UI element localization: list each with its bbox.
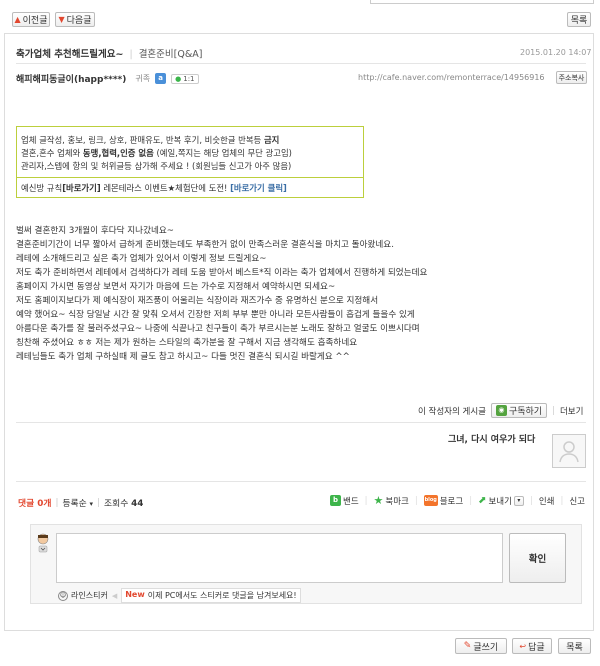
list-button-top[interactable]: 목록 [567, 12, 591, 27]
bookmark-share[interactable]: ★ 북마크 [374, 494, 409, 507]
notice-box: 업체 글작성, 홍보, 링크, 상호, 판매유도, 반복 후기, 비슷한글 반복… [16, 126, 364, 198]
default-profile-icon [559, 441, 579, 463]
body-line: 예약 했어요~ 식장 당일날 시간 잘 맞춰 오셔서 긴장한 저희 부부 뿐만 … [16, 310, 415, 320]
blog-icon: blog [423, 495, 438, 506]
post-title-row: 축가업체 추천해드릴게요~ | 결혼준비[Q&A] [16, 46, 202, 60]
reply-arrow-icon: ↩ [519, 641, 527, 651]
post-date: 2015.01.20 14:07 [520, 48, 592, 57]
sticker-row: ☺ 라인스티커 ◀ New 이제 PC에서도 스티커로 댓글을 남겨보세요! [58, 588, 301, 603]
send-share[interactable]: ⬈ 보내기 ▾ [478, 495, 524, 507]
body-line: 칭찬해 주셨어요 ㅎㅎ 저는 제가 원하는 스타일의 축가분을 잘 구해서 지금… [16, 338, 358, 348]
sort-order-dropdown[interactable]: 등록순 ▾ [62, 496, 93, 509]
write-button[interactable]: ✎ 글쓰기 [455, 638, 507, 654]
rules-link[interactable]: [바로가기] [62, 183, 100, 193]
comment-count[interactable]: 댓글 0개 [18, 496, 51, 509]
event-link[interactable]: [바로가기 클릭] [230, 183, 287, 193]
signature-avatar [552, 434, 586, 468]
author-posts-bar: 이 작성자의 게시글 ◉ 구독하기 | 더보기 [418, 403, 583, 418]
pencil-icon: ✎ [463, 641, 472, 651]
band-icon: b [330, 495, 341, 506]
star-icon: ★ [373, 494, 384, 507]
title-divider-line [16, 63, 586, 64]
list-button-bottom[interactable]: 목록 [558, 638, 591, 654]
stats-row: 댓글 0개 | 등록순 ▾ | 조회수 44 [18, 496, 144, 510]
subscribe-button[interactable]: ◉ 구독하기 [490, 403, 548, 418]
prev-post-button[interactable]: ▲ 이전글 [12, 12, 50, 27]
send-dropdown-icon[interactable]: ▾ [513, 495, 524, 506]
body-line: 레테님들도 축가 업체 구하실때 제 글도 참고 하시고~ 다들 멋진 결혼식 … [16, 352, 350, 362]
body-line: 홈페이지 가시면 동영상 보면서 자기가 마음에 드는 가수로 지정해서 예약하… [16, 282, 336, 292]
body-line: 아름다운 축가를 잘 불러주셨구요~ 나중에 식끝나고 친구들이 축가 부르시는… [16, 324, 420, 334]
comment-submit-button[interactable]: 확인 [509, 533, 566, 583]
body-line: 벌써 결혼한지 3개월이 후다닥 지나갔네요~ [16, 226, 175, 236]
notice-divider [17, 177, 363, 178]
copy-url-button[interactable]: 주소복사 [556, 71, 587, 84]
signature-text: 그녀, 다시 여우가 되다 [448, 435, 536, 445]
grade-badge-icon: a [155, 73, 167, 84]
author-posts-link[interactable]: 이 작성자의 게시글 [418, 405, 486, 417]
author-grade: 귀족 [135, 74, 151, 83]
report-link[interactable]: 신고 [569, 495, 585, 507]
post-title: 축가업체 추천해드릴게요~ [16, 49, 124, 60]
signature-bottom-line [16, 481, 586, 482]
share-arrow-icon: ⬈ [478, 495, 487, 506]
blog-share[interactable]: blog 블로그 [423, 495, 463, 507]
commenter-avatar[interactable] [36, 533, 50, 553]
post-body: 벌써 결혼한지 3개월이 후다닥 지나갔네요~ 결혼준비기간이 너무 짧아서 급… [16, 224, 586, 364]
share-row: b 밴드 | ★ 북마크 | blog 블로그 | ⬈ 보내기 ▾ | 인쇄 | 신고 [330, 494, 585, 507]
body-line: 레테에 소개해드리고 싶은 축가 업체가 있어서 이렇게 정보 드릴게요~ [16, 254, 267, 264]
reply-button[interactable]: ↩ 답글 [512, 638, 552, 654]
signature-top-line [16, 422, 586, 423]
post-url[interactable]: http://cafe.naver.com/remonterrace/14956… [358, 73, 545, 82]
bar-divider: | [552, 405, 555, 416]
body-line: 결혼준비기간이 너무 짧아서 급하게 준비했는데도 부족한거 없이 만족스러운 … [16, 240, 394, 250]
top-search-box[interactable] [370, 0, 594, 4]
user-avatar-icon [37, 533, 49, 553]
notice-footer: 예신방 규칙[바로가기] 레몬테라스 이벤트★체험단에 도전! [바로가기 클릭… [21, 183, 287, 193]
band-share[interactable]: b 밴드 [330, 495, 359, 507]
post-category[interactable]: 결혼준비[Q&A] [139, 49, 203, 60]
dropdown-arrow-icon: ▾ [89, 500, 94, 508]
title-divider: | [129, 49, 133, 60]
view-count: 조회수 44 [104, 499, 144, 509]
up-arrow-icon: ▲ [14, 15, 21, 24]
sticker-button[interactable]: ☺ 라인스티커 [58, 590, 108, 601]
print-link[interactable]: 인쇄 [539, 495, 555, 507]
notice-line-3: 관리자,스텝에 항의 및 허위글등 삼가해 주세요 ! (회원님들 신고가 아주… [21, 161, 292, 171]
notice-line-2: 결혼,혼수 업체와 동맹,협력,인증 없음 (예일,쪽지는 해당 업체의 무단 … [21, 148, 292, 158]
body-line: 저도 홈페이지보다가 제 예식장이 재즈풍이 어울리는 식장이라 재즈가수 중 … [16, 296, 379, 306]
author-row: 해피해피동글이(happ****) 귀족 a ● 1:1 [16, 72, 199, 85]
comment-textarea[interactable] [56, 533, 503, 583]
down-arrow-icon: ▼ [58, 15, 65, 24]
caret-left-icon: ◀ [111, 591, 118, 600]
rss-icon: ◉ [495, 405, 507, 416]
next-post-button[interactable]: ▼ 다음글 [55, 12, 95, 27]
smiley-icon: ☺ [58, 590, 68, 601]
body-line: 저도 축가 준비하면서 레테에서 검색하다가 레테 도움 받아서 베스트*직 이… [16, 268, 428, 278]
chat-badge[interactable]: ● 1:1 [171, 73, 199, 84]
author-name[interactable]: 해피해피동글이(happ****) [16, 72, 126, 85]
notice-line-1: 업체 글작성, 홍보, 링크, 상호, 판매유도, 반복 후기, 비슷한글 반복… [21, 135, 280, 145]
more-link[interactable]: 더보기 [560, 405, 583, 417]
chat-bubble-icon: ● [175, 74, 182, 83]
sticker-tip: New 이제 PC에서도 스티커로 댓글을 남겨보세요! [121, 588, 301, 603]
